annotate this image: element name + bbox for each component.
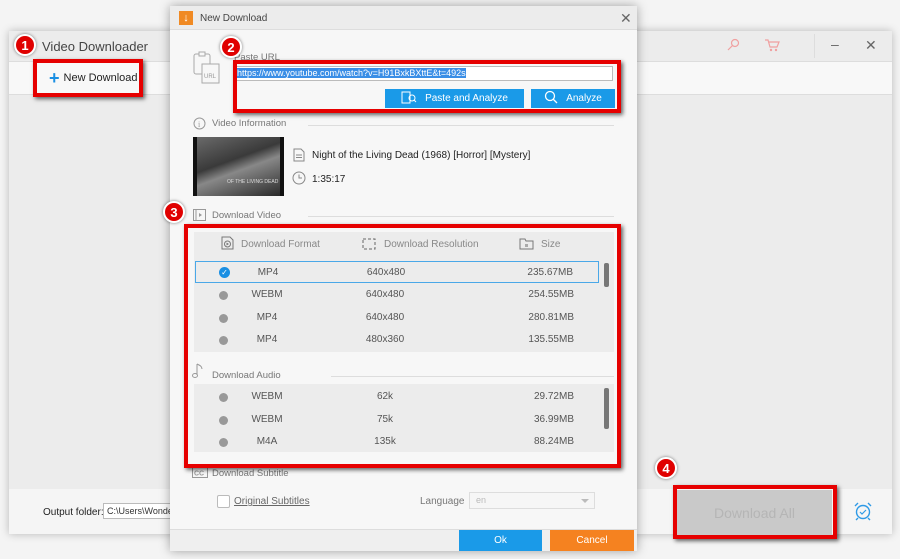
closed-caption-icon: CC bbox=[192, 467, 208, 481]
language-label: Language bbox=[420, 496, 465, 507]
dialog-title: New Download bbox=[200, 13, 268, 24]
annotation-badge-1: 1 bbox=[14, 34, 36, 56]
annotation-badge-4: 4 bbox=[655, 457, 677, 479]
ok-button[interactable]: Ok bbox=[459, 530, 542, 551]
key-icon[interactable] bbox=[726, 38, 740, 55]
cancel-button[interactable]: Cancel bbox=[550, 530, 634, 551]
cart-icon[interactable] bbox=[764, 38, 780, 55]
alarm-clock-icon[interactable] bbox=[853, 501, 873, 524]
dialog-titlebar: ↓ New Download ✕ bbox=[170, 6, 637, 30]
video-thumbnail: OF THE LIVING DEAD bbox=[193, 137, 284, 196]
output-folder-label: Output folder: bbox=[43, 507, 104, 518]
close-button[interactable]: ✕ bbox=[865, 37, 877, 54]
svg-text:i: i bbox=[198, 120, 201, 129]
original-subtitles-label[interactable]: Original Subtitles bbox=[234, 496, 310, 507]
document-icon bbox=[293, 148, 305, 165]
annotation-box-2 bbox=[233, 60, 621, 113]
section-divider bbox=[308, 216, 614, 217]
download-video-label: Download Video bbox=[212, 210, 282, 221]
annotation-badge-3: 3 bbox=[163, 201, 185, 223]
minimize-button[interactable]: – bbox=[831, 36, 839, 52]
language-select[interactable]: en bbox=[469, 492, 595, 509]
paste-url-icon: URL bbox=[192, 51, 222, 88]
chevron-down-icon bbox=[581, 499, 589, 503]
original-subtitles-checkbox[interactable] bbox=[217, 495, 230, 508]
language-value: en bbox=[476, 495, 487, 505]
svg-text:CC: CC bbox=[194, 471, 204, 478]
svg-text:URL: URL bbox=[204, 74, 217, 80]
download-subtitle-label: Download Subtitle bbox=[212, 468, 289, 479]
section-divider bbox=[308, 125, 614, 126]
annotation-box-3 bbox=[184, 224, 621, 468]
annotation-box-1 bbox=[33, 59, 143, 97]
video-information-label: Video Information bbox=[212, 118, 287, 129]
titlebar-divider bbox=[814, 34, 815, 58]
annotation-badge-2: 2 bbox=[220, 36, 242, 58]
app-title: Video Downloader bbox=[42, 39, 148, 54]
video-duration: 1:35:17 bbox=[312, 174, 346, 185]
clock-icon bbox=[292, 171, 306, 188]
app-logo-icon: ↓ bbox=[179, 11, 193, 25]
thumbnail-caption: OF THE LIVING DEAD bbox=[227, 179, 279, 185]
info-icon: i bbox=[193, 117, 206, 133]
film-icon bbox=[193, 209, 206, 224]
annotation-box-4 bbox=[673, 485, 837, 539]
dialog-close-button[interactable]: ✕ bbox=[620, 10, 632, 27]
video-title: Night of the Living Dead (1968) [Horror]… bbox=[312, 150, 531, 161]
